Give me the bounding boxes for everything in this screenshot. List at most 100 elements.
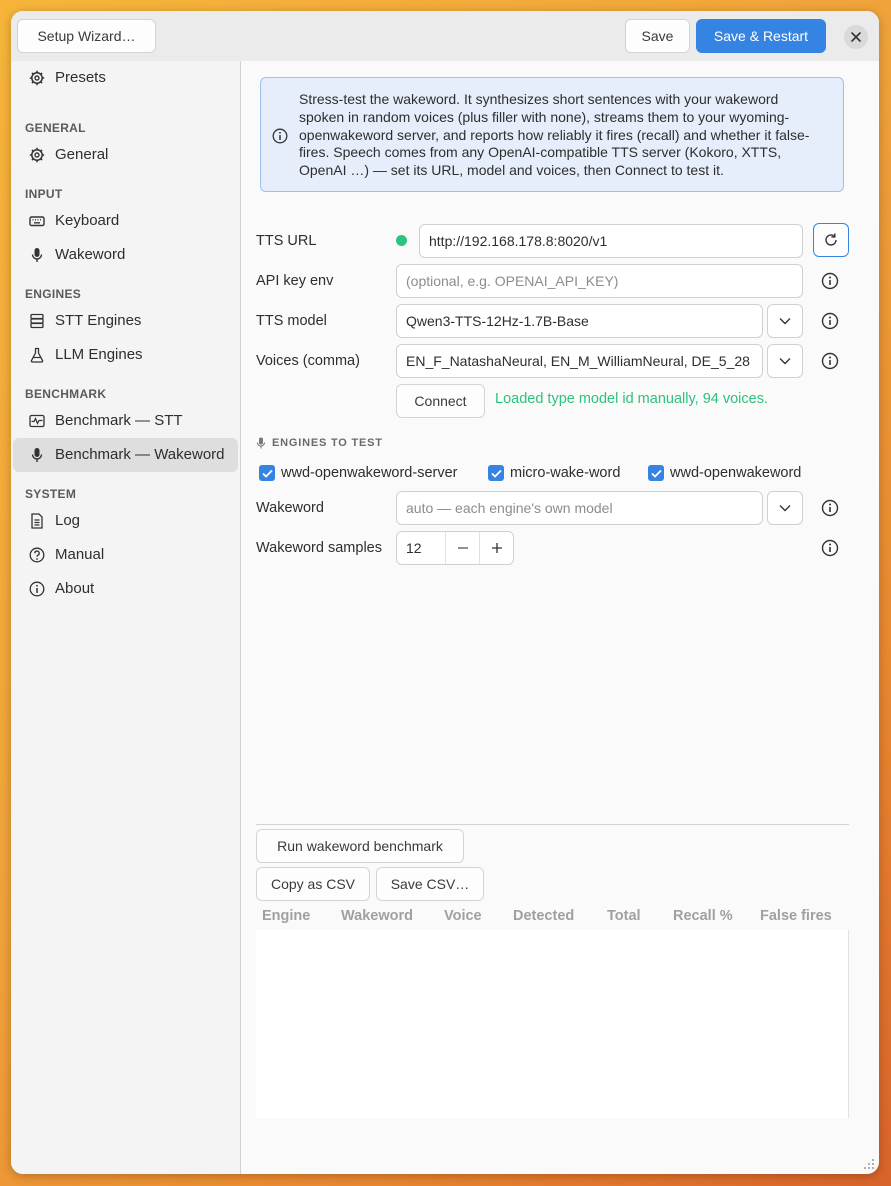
waveform-icon	[29, 414, 45, 428]
close-button[interactable]	[844, 25, 868, 49]
sidebar-item-about[interactable]: About	[13, 572, 238, 606]
save-button[interactable]: Save	[625, 19, 690, 53]
engine-checkbox-wwd-openwakeword[interactable]: wwd-openwakeword	[648, 463, 801, 483]
sidebar-item-label: STT Engines	[55, 312, 142, 329]
voices-label: Voices (comma)	[256, 353, 360, 369]
wakeword-combo[interactable]: auto — each engine's own model	[396, 491, 763, 525]
tts-url-input[interactable]: http://192.168.178.8:8020/v1	[419, 224, 803, 258]
tts-url-label: TTS URL	[256, 233, 317, 249]
minus-icon	[458, 547, 468, 549]
sidebar-item-label: Log	[55, 512, 81, 529]
sidebar-item-wakeword[interactable]: Wakeword	[13, 238, 238, 272]
sidebar-item-general[interactable]: General	[13, 138, 238, 172]
sidebar-heading-general: GENERAL	[25, 121, 86, 135]
voices-combo[interactable]: EN_F_NatashaNeural, EN_M_WilliamNeural, …	[396, 344, 763, 378]
increment-button[interactable]	[479, 532, 514, 564]
refresh-icon	[825, 233, 837, 246]
info-icon[interactable]	[821, 272, 839, 290]
column-header-voice[interactable]: Voice	[444, 908, 482, 924]
chevron-down-icon	[779, 505, 791, 512]
info-icon[interactable]	[821, 312, 839, 330]
microphone-icon	[31, 448, 43, 462]
sidebar-heading-benchmark: BENCHMARK	[25, 387, 107, 401]
column-header-total[interactable]: Total	[607, 908, 641, 924]
close-icon	[851, 32, 861, 42]
results-table-body[interactable]	[256, 930, 849, 1118]
sidebar-item-manual[interactable]: Manual	[13, 538, 238, 572]
api-key-input[interactable]: (optional, e.g. OPENAI_API_KEY)	[396, 264, 803, 298]
sidebar: Presets GENERAL General INPUT Keyboard W…	[11, 61, 241, 1174]
document-icon	[31, 513, 43, 529]
sidebar-heading-input: INPUT	[25, 187, 63, 201]
sidebar-item-label: Keyboard	[55, 212, 120, 229]
column-header-wakeword[interactable]: Wakeword	[341, 908, 413, 924]
info-banner-text: Stress-test the wakeword. It synthesizes…	[299, 91, 810, 179]
sidebar-item-log[interactable]: Log	[13, 504, 238, 538]
sidebar-item-label: Benchmark — Wakeword	[55, 446, 225, 463]
checkbox-label: wwd-openwakeword-server	[281, 465, 458, 481]
app-window: Setup Wizard… Save Save & Restart Preset…	[11, 11, 879, 1174]
engines-heading-text: ENGINES TO TEST	[272, 437, 383, 449]
checkbox-checked[interactable]	[259, 465, 275, 481]
resize-grip-icon[interactable]	[862, 1157, 876, 1171]
checkbox-label: micro-wake-word	[510, 465, 621, 481]
sidebar-heading-engines: ENGINES	[25, 287, 82, 301]
save-csv-button[interactable]: Save CSV…	[376, 867, 484, 901]
server-icon	[30, 313, 44, 329]
sidebar-item-keyboard[interactable]: Keyboard	[13, 204, 238, 238]
flask-icon	[30, 347, 44, 363]
plus-icon	[492, 543, 502, 553]
sidebar-item-stt-engines[interactable]: STT Engines	[13, 304, 238, 338]
sidebar-item-benchmark-stt[interactable]: Benchmark — STT	[13, 404, 238, 438]
wakeword-samples-spinbutton[interactable]: 12	[396, 531, 514, 565]
sidebar-item-benchmark-wakeword[interactable]: Benchmark — Wakeword	[13, 438, 238, 472]
connect-status-text: Loaded type model id manually, 94 voices…	[495, 391, 768, 407]
column-header-engine[interactable]: Engine	[262, 908, 310, 924]
help-icon	[29, 547, 45, 563]
wakeword-dropdown-button[interactable]	[767, 491, 803, 525]
api-key-label: API key env	[256, 273, 334, 289]
info-icon[interactable]	[821, 539, 839, 557]
refresh-button[interactable]	[813, 223, 849, 257]
column-header-false-fires[interactable]: False fires	[760, 908, 832, 924]
checkmark-icon	[650, 469, 662, 478]
sidebar-item-label: LLM Engines	[55, 346, 143, 363]
run-benchmark-button[interactable]: Run wakeword benchmark	[256, 829, 464, 863]
setup-wizard-button[interactable]: Setup Wizard…	[17, 19, 156, 53]
engine-checkbox-wwd-openwakeword-server[interactable]: wwd-openwakeword-server	[259, 463, 458, 483]
sidebar-item-llm-engines[interactable]: LLM Engines	[13, 338, 238, 372]
sidebar-item-label: Wakeword	[55, 246, 126, 263]
gear-icon	[29, 147, 45, 163]
spin-value[interactable]: 12	[406, 540, 422, 556]
engines-section-heading: ENGINES TO TEST	[256, 437, 383, 449]
column-header-detected[interactable]: Detected	[513, 908, 574, 924]
checkbox-checked[interactable]	[488, 465, 504, 481]
microphone-icon	[31, 248, 43, 262]
tts-model-dropdown-button[interactable]	[767, 304, 803, 338]
checkbox-label: wwd-openwakeword	[670, 465, 802, 481]
wakeword-label: Wakeword	[256, 500, 324, 516]
decrement-button[interactable]	[445, 532, 480, 564]
column-header-recall[interactable]: Recall %	[673, 908, 733, 924]
save-restart-button[interactable]: Save & Restart	[696, 19, 826, 53]
chevron-down-icon	[779, 358, 791, 365]
chevron-down-icon	[779, 318, 791, 325]
tts-model-label: TTS model	[256, 313, 327, 329]
checkmark-icon	[261, 469, 273, 478]
voices-dropdown-button[interactable]	[767, 344, 803, 378]
tts-model-combo[interactable]: Qwen3-TTS-12Hz-1.7B-Base	[396, 304, 763, 338]
copy-csv-button[interactable]: Copy as CSV	[256, 867, 370, 901]
engine-checkbox-micro-wake-word[interactable]: micro-wake-word	[488, 463, 620, 483]
checkbox-checked[interactable]	[648, 465, 664, 481]
checkmark-icon	[490, 469, 502, 478]
sidebar-item-label: General	[55, 146, 109, 163]
separator	[256, 824, 849, 825]
sidebar-item-label: Manual	[55, 546, 105, 563]
wakeword-samples-label: Wakeword samples	[256, 540, 382, 556]
info-banner: Stress-test the wakeword. It synthesizes…	[260, 77, 844, 192]
info-icon[interactable]	[821, 352, 839, 370]
connect-button[interactable]: Connect	[396, 384, 485, 418]
sidebar-item-presets[interactable]: Presets	[13, 61, 238, 95]
info-icon	[29, 581, 45, 597]
info-icon[interactable]	[821, 499, 839, 517]
